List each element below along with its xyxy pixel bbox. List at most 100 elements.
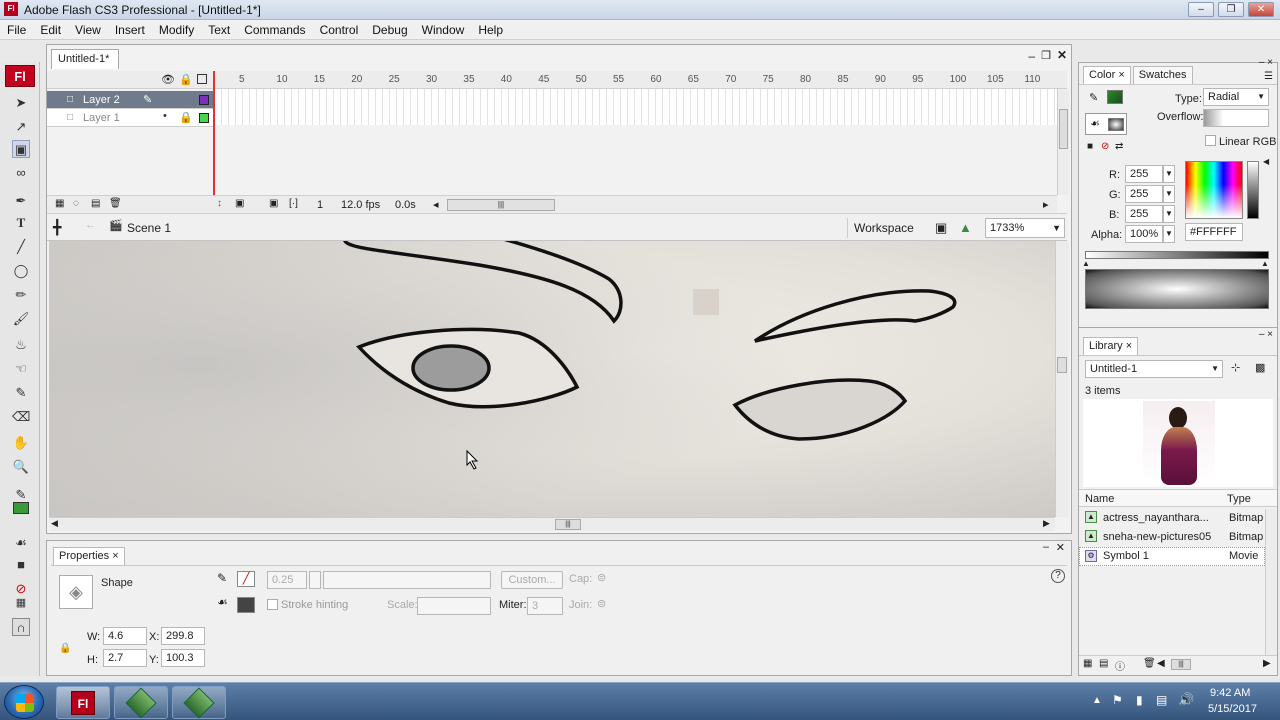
zoom-select[interactable]: 1733% ▼ (985, 218, 1065, 238)
b-dropdown[interactable]: ▼ (1163, 205, 1175, 223)
layer-row-1[interactable]: □ Layer 1 • 🔒 (47, 109, 215, 127)
layer-color-swatch[interactable] (199, 95, 209, 105)
scene-name[interactable]: Scene 1 (127, 221, 171, 235)
menu-text[interactable]: Text (201, 20, 237, 37)
menu-window[interactable]: Window (415, 20, 472, 37)
layer-row-2[interactable]: □ Layer 2 ✎ (47, 91, 215, 109)
timeline-toggle-icon[interactable]: ╋ (53, 219, 61, 236)
gradient-bar[interactable] (1085, 251, 1269, 259)
timeline-hscroll-thumb[interactable]: ||| (447, 199, 555, 211)
tab-color[interactable]: Color × (1083, 66, 1131, 84)
pen-tool-icon[interactable]: ✒ (12, 192, 30, 210)
help-icon[interactable]: ? (1051, 569, 1065, 583)
hex-input[interactable]: #FFFFFF (1185, 223, 1243, 241)
onion-skin-icon[interactable]: ▣ (235, 198, 244, 209)
pencil-tool-icon[interactable]: ✏ (12, 286, 30, 304)
x-input[interactable]: 299.8 (161, 627, 205, 645)
document-tab[interactable]: Untitled-1* (51, 49, 119, 69)
edit-symbols-icon[interactable]: ▣ (935, 220, 947, 236)
new-library-panel-icon[interactable]: ▩ (1255, 361, 1265, 374)
eye-icon[interactable]: 👁 (161, 73, 175, 86)
workspace-menu[interactable]: Workspace ▾ (847, 218, 921, 255)
panel-minimize-icon[interactable]: – (1043, 541, 1049, 553)
center-frame-icon[interactable]: ↕ (217, 198, 222, 209)
stroke-style-select[interactable] (323, 571, 491, 589)
frame-ruler[interactable]: 5 10 15 20 25 30 35 40 45 50 55 60 65 70 75 80 85 90 95 100… (215, 71, 1057, 89)
show-hidden-icons-icon[interactable]: ▲ (1092, 695, 1102, 706)
hand-tool-icon[interactable]: ✋ (12, 434, 30, 452)
eyedropper-tool-icon[interactable]: ✎ (12, 384, 30, 402)
list-item[interactable]: ▲ actress_nayanthara... Bitmap (1079, 509, 1265, 528)
doc-minimize-icon[interactable]: – (1028, 49, 1035, 63)
menu-edit[interactable]: Edit (33, 20, 68, 37)
library-vscroll[interactable] (1265, 509, 1277, 655)
text-tool-icon[interactable]: T (12, 214, 30, 232)
left-iris-shape[interactable] (411, 344, 491, 392)
panel-close-icon[interactable]: ✕ (1056, 541, 1065, 554)
join-icon[interactable]: ⊜ (597, 597, 606, 610)
taskbar-flash-button[interactable]: Fl (56, 686, 110, 719)
list-item[interactable]: ⚙ Symbol 1 Movie (1079, 547, 1265, 566)
clock-date[interactable]: 5/15/2017 (1208, 703, 1257, 715)
doc-close-icon[interactable]: ✕ (1057, 48, 1067, 62)
cap-icon[interactable]: ⊜ (597, 571, 606, 584)
layer-lock-icon[interactable]: 🔒 (179, 111, 193, 124)
lock-proportions-icon[interactable]: 🔒 (59, 643, 71, 654)
scroll-right-icon[interactable]: ▸ (1043, 198, 1049, 211)
action-center-icon[interactable]: ⚑ (1112, 693, 1123, 707)
start-button[interactable] (4, 685, 44, 719)
menu-view[interactable]: View (68, 20, 108, 37)
brightness-slider[interactable] (1247, 161, 1259, 219)
eraser-tool-icon[interactable]: ⌫ (12, 408, 30, 426)
stroke-swatch[interactable] (1107, 90, 1123, 104)
properties-icon[interactable]: ⓘ (1115, 658, 1125, 673)
width-input[interactable]: 4.6 (103, 627, 147, 645)
gradient-stop-left-icon[interactable]: ▲ (1082, 259, 1090, 268)
r-input[interactable]: 255 (1125, 165, 1163, 183)
scroll-left-icon[interactable]: ◀ (1157, 658, 1165, 669)
no-color-icon[interactable]: ⊘ (1101, 141, 1109, 152)
menu-file[interactable]: File (0, 20, 33, 37)
oval-tool-icon[interactable]: ◯ (12, 262, 30, 280)
stroke-size-stepper[interactable] (309, 571, 321, 589)
tab-properties[interactable]: Properties × (53, 547, 125, 565)
line-tool-icon[interactable]: ╱ (12, 238, 30, 256)
fill-color-button[interactable] (237, 597, 255, 613)
custom-button[interactable]: Custom... (501, 571, 563, 589)
taskbar-app2-button[interactable] (114, 686, 168, 719)
close-icon[interactable]: × (112, 550, 118, 562)
stage-vscroll-thumb[interactable] (1057, 357, 1067, 373)
brush-tool-icon[interactable]: 🖌 (12, 310, 30, 328)
scroll-left-icon[interactable]: ◂ (433, 198, 439, 211)
volume-icon[interactable]: 🔊 (1178, 692, 1194, 708)
close-icon[interactable]: × (1118, 69, 1124, 81)
col-type[interactable]: Type (1227, 493, 1251, 505)
scale-select[interactable] (417, 597, 491, 615)
stage-hscroll-thumb[interactable]: ||| (555, 519, 581, 530)
maximize-button[interactable]: ❐ (1218, 2, 1244, 17)
y-input[interactable]: 100.3 (161, 649, 205, 667)
library-document-select[interactable]: Untitled-1 ▼ (1085, 360, 1223, 378)
height-input[interactable]: 2.7 (103, 649, 147, 667)
panel-menu-icon[interactable]: ☰ (1264, 71, 1273, 82)
swap-colors-icon[interactable]: ⇄ (1115, 141, 1123, 152)
alpha-input[interactable]: 100% (1125, 225, 1163, 243)
library-collapse-icon[interactable]: – × (1259, 329, 1273, 340)
stage-hscroll[interactable]: ◀ ||| ▶ (49, 517, 1055, 531)
timeline-vscroll-thumb[interactable] (1059, 109, 1068, 149)
zoom-tool-icon[interactable]: 🔍 (12, 458, 30, 476)
b-input[interactable]: 255 (1125, 205, 1163, 223)
onion-markers-icon[interactable]: [·] (289, 198, 298, 209)
stroke-size-input[interactable]: 0.25 (267, 571, 307, 589)
back-arrow-icon[interactable]: ← (85, 219, 96, 231)
playhead[interactable] (213, 71, 215, 195)
visible-dot-icon[interactable]: • (163, 110, 167, 122)
r-dropdown[interactable]: ▼ (1163, 165, 1175, 183)
linear-rgb-checkbox[interactable] (1205, 135, 1216, 146)
stage-canvas[interactable] (49, 241, 1055, 517)
col-name[interactable]: Name (1085, 493, 1114, 505)
delete-icon[interactable]: 🗑 (1143, 658, 1156, 669)
black-white-icon[interactable]: ■ (1087, 141, 1093, 152)
taskbar-app3-button[interactable] (172, 686, 226, 719)
overflow-select[interactable] (1203, 109, 1269, 127)
